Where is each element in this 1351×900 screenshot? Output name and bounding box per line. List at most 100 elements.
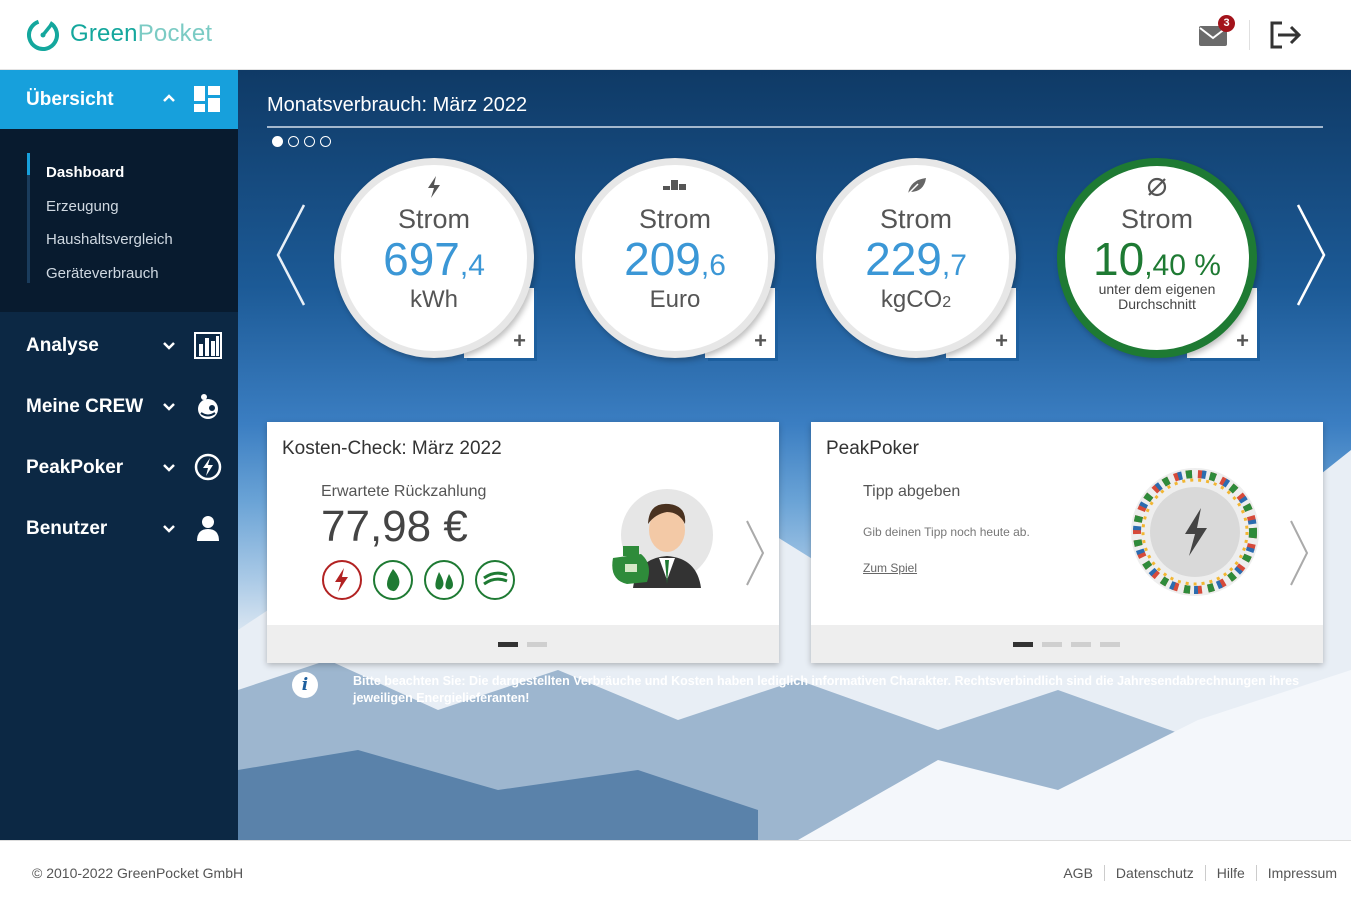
kpi-unit: kgCO2 [816, 286, 1016, 314]
kpi-value-int: 229 [865, 233, 942, 285]
kpi-unit: Euro [649, 286, 701, 313]
card-pager[interactable] [498, 642, 547, 647]
user-icon [197, 516, 219, 541]
kpi-label: Strom [1120, 204, 1193, 234]
info-icon: i [292, 672, 318, 698]
sidebar: Übersicht Dashboard Erzeugung Haushaltsv… [0, 70, 238, 840]
messages-button[interactable]: 3 [1196, 15, 1235, 51]
subnav-uebersicht: Dashboard Erzeugung Haushaltsvergleich G… [0, 129, 238, 312]
subnav-active-indicator [27, 153, 30, 175]
kpi-value: 697,4 [334, 234, 534, 291]
kpi-value-dec: ,40 % [1144, 249, 1221, 282]
sidebar-item-label: Analyse [26, 335, 99, 356]
card-pager-dash[interactable] [1071, 642, 1091, 647]
unread-badge: 3 [1218, 15, 1235, 32]
chevron-up-icon [163, 94, 175, 102]
leaf-icon [816, 176, 1016, 198]
sidebar-item-analyse[interactable]: Analyse [0, 318, 238, 374]
logout-icon[interactable] [1268, 20, 1304, 50]
card-pager-dash[interactable] [1013, 642, 1033, 647]
energy-type-icons [322, 560, 515, 600]
card-pager-dash[interactable] [498, 642, 518, 647]
footer: © 2010-2022 GreenPocket GmbH AGB Datensc… [0, 840, 1351, 900]
kpi-strom-average[interactable]: + Strom 10,40 % unter dem eigenen Durchs… [1057, 158, 1257, 358]
bar-chart-icon [194, 332, 222, 359]
page-title: Monatsverbrauch: März 2022 [267, 94, 528, 116]
header-divider [1249, 20, 1250, 50]
kpi-strom-kwh[interactable]: + Strom 697,4 kWh [334, 158, 534, 358]
footer-link-datenschutz[interactable]: Datenschutz [1116, 865, 1194, 881]
pager-dot[interactable] [272, 136, 283, 147]
coins-icon [575, 176, 775, 198]
brand-name: GreenPocket [70, 20, 212, 48]
kpi-value-dec: ,4 [459, 249, 485, 282]
average-icon [1057, 176, 1257, 198]
kosten-check-card[interactable]: Kosten-Check: März 2022 Erwartete Rückza… [267, 422, 779, 663]
card-footer [267, 625, 779, 663]
footer-link-impressum[interactable]: Impressum [1268, 865, 1337, 881]
sidebar-item-peakpoker[interactable]: PeakPoker [0, 440, 238, 496]
kpi-strom-co2[interactable]: + Strom 229,7 kgCO2 [816, 158, 1016, 358]
kpi-pager[interactable] [272, 136, 331, 147]
footer-link-hilfe[interactable]: Hilfe [1217, 865, 1245, 881]
footer-link-agb[interactable]: AGB [1063, 865, 1093, 881]
footer-separator [1204, 865, 1206, 881]
kpi-unit-text: kgCO [880, 286, 943, 313]
advisor-avatar [612, 489, 713, 588]
pager-dot[interactable] [304, 136, 315, 147]
strom-icon [322, 560, 362, 600]
card-pager[interactable] [1013, 642, 1120, 647]
subnav-item-haushaltsvergleich[interactable]: Haushaltsvergleich [46, 231, 173, 248]
kpi-label: Strom [638, 204, 711, 234]
card-pager-dash[interactable] [1100, 642, 1120, 647]
chevron-down-icon [163, 403, 175, 411]
card-title: PeakPoker [826, 438, 919, 459]
zum-spiel-link[interactable]: Zum Spiel [863, 561, 917, 575]
kpi-value-int: 697 [383, 233, 460, 285]
plus-icon[interactable]: + [754, 328, 767, 354]
pager-dot[interactable] [320, 136, 331, 147]
sidebar-item-label: PeakPoker [26, 457, 124, 478]
kpi-unit: kWh [410, 286, 458, 313]
lightning-circle-icon [194, 453, 222, 481]
card-next-arrow[interactable] [1287, 518, 1311, 588]
chevron-down-icon [163, 464, 175, 472]
sidebar-item-meine-crew[interactable]: Meine CREW [0, 379, 238, 435]
kpi-strom-euro[interactable]: + Strom 209,6 Euro [575, 158, 775, 358]
card-subtitle: Erwartete Rückzahlung [321, 483, 487, 500]
card-footer [811, 625, 1323, 663]
subnav-item-erzeugung[interactable]: Erzeugung [46, 198, 119, 215]
card-title: Kosten-Check: März 2022 [282, 438, 502, 459]
kpi-label: Strom [397, 204, 470, 234]
plus-icon[interactable]: + [1236, 328, 1249, 354]
sidebar-item-uebersicht[interactable]: Übersicht [0, 70, 238, 129]
card-pager-dash[interactable] [527, 642, 547, 647]
top-bar: GreenPocket 3 [0, 0, 1351, 70]
pager-dot[interactable] [288, 136, 299, 147]
kpi-value: 229,7 [816, 234, 1016, 291]
logo-mark-icon [27, 19, 59, 51]
subnav-item-dashboard[interactable]: Dashboard [46, 164, 124, 181]
brand-name-part1: Green [70, 20, 138, 47]
kpi-next-arrow[interactable] [1290, 200, 1330, 310]
greenpocket-logo[interactable]: GreenPocket [26, 16, 212, 52]
dashboard-grid-icon [194, 86, 220, 112]
brand-name-part2: Pocket [137, 20, 213, 47]
card-next-arrow[interactable] [743, 518, 767, 588]
gas-icon [373, 560, 413, 600]
plus-icon[interactable]: + [513, 328, 526, 354]
subnav-item-geraeteverbrauch[interactable]: Geräteverbrauch [46, 265, 159, 282]
card-pager-dash[interactable] [1042, 642, 1062, 647]
peakpoker-card[interactable]: PeakPoker Tipp abgeben Gib deinen Tipp n… [811, 422, 1323, 663]
sidebar-item-label: Übersicht [26, 89, 114, 110]
card-subtitle: Tipp abgeben [863, 483, 961, 500]
plus-icon[interactable]: + [995, 328, 1008, 354]
sidebar-item-benutzer[interactable]: Benutzer [0, 501, 238, 557]
fernwaerme-icon [475, 560, 515, 600]
roulette-wheel-icon [1131, 468, 1259, 596]
wasser-icon [424, 560, 464, 600]
kpi-prev-arrow[interactable] [272, 200, 312, 310]
chevron-down-icon [163, 342, 175, 350]
kpi-value-dec: ,6 [700, 249, 726, 282]
sidebar-item-label: Benutzer [26, 518, 108, 539]
